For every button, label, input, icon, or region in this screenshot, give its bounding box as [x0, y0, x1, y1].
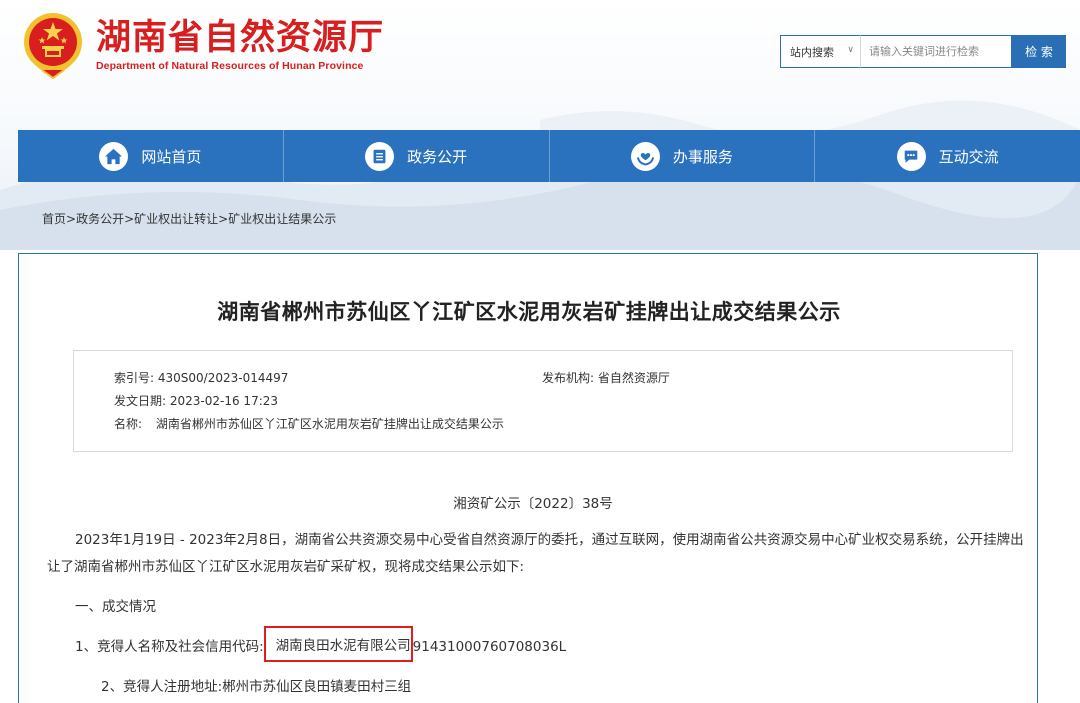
search-input[interactable] [860, 35, 1012, 68]
site-title-cn: 湖南省自然资源厅 [96, 18, 385, 58]
meta-date-value: 2023-02-16 17:23 [169, 394, 279, 408]
meta-date: 发文日期: 2023-02-16 17:23 [114, 392, 278, 409]
chat-bubble-icon [896, 141, 926, 171]
nav-item-interaction[interactable]: 互动交流 [815, 130, 1080, 182]
nav-label: 互动交流 [938, 147, 999, 166]
nav-label: 政务公开 [407, 147, 468, 166]
document-list-icon [365, 141, 395, 171]
breadcrumb-government-affairs[interactable]: 政务公开 [76, 212, 124, 226]
nav-label: 办事服务 [672, 147, 733, 166]
meta-publisher-label: 发布机构: [542, 371, 595, 385]
article-intro-paragraph: 2023年1月19日 - 2023年2月8日，湖南省公共资源交易中心受省自然资源… [47, 532, 1024, 575]
chevron-down-icon: ∨ [847, 45, 854, 55]
highlighted-company-name: 湖南良田水泥有限公司 [263, 626, 413, 662]
bidder-name-label: 1、竞得人名称及社会信用代码: [75, 639, 264, 655]
nav-label: 网站首页 [141, 147, 202, 166]
document-number: 湘资矿公示〔2022〕38号 [453, 496, 613, 512]
search-button[interactable]: 检 索 [1012, 35, 1066, 68]
breadcrumb-separator: > [66, 212, 77, 226]
meta-index-value: 430S00/2023-014497 [157, 371, 289, 385]
bidder-credit-code: 91431000760708036L [412, 639, 567, 655]
breadcrumb: 首页>政务公开>矿业权出让转让>矿业权出让结果公示 [42, 210, 336, 227]
home-icon [99, 141, 129, 171]
bidder-address-value: 郴州市苏仙区良田镇麦田村三组 [222, 679, 412, 695]
meta-index: 索引号: 430S00/2023-014497 [114, 369, 288, 386]
breadcrumb-separator: > [218, 212, 229, 226]
article-panel: 湖南省郴州市苏仙区丫江矿区水泥用灰岩矿挂牌出让成交结果公示 索引号: 430S0… [18, 253, 1038, 703]
national-emblem-icon [24, 13, 82, 80]
meta-name-value: 湖南省郴州市苏仙区丫江矿区水泥用灰岩矿挂牌出让成交结果公示 [155, 417, 504, 431]
breadcrumb-home[interactable]: 首页 [42, 212, 66, 226]
breadcrumb-mining-rights-transfer[interactable]: 矿业权出让转让 [134, 212, 218, 226]
breadcrumb-mining-rights-result[interactable]: 矿业权出让结果公示 [228, 212, 336, 226]
article-meta-box: 索引号: 430S00/2023-014497 发布机构: 省自然资源厅 发文日… [73, 350, 1013, 452]
meta-publisher-value: 省自然资源厅 [597, 371, 670, 385]
bidder-name-line: 1、竞得人名称及社会信用代码: 湖南良田水泥有限公司 914310007607080… [75, 626, 567, 663]
bidder-address-line: 2、竞得人注册地址:郴州市苏仙区良田镇麦田村三组 [101, 675, 411, 695]
nav-item-home[interactable]: 网站首页 [18, 130, 284, 182]
meta-date-label: 发文日期: [114, 394, 167, 408]
nav-item-services[interactable]: 办事服务 [550, 130, 816, 182]
nav-item-government-affairs[interactable]: 政务公开 [284, 130, 550, 182]
hands-heart-icon [630, 141, 660, 171]
main-nav: 网站首页 政务公开 办事服务 互动交流 [18, 130, 1080, 182]
search-scope-label: 站内搜索 [790, 45, 834, 59]
site-logo[interactable]: 湖南省自然资源厅 Department of Natural Resources… [20, 8, 384, 80]
site-search: 站内搜索 ∨ 检 索 [780, 35, 1066, 68]
meta-index-label: 索引号: [114, 371, 155, 385]
meta-name: 名称: 湖南省郴州市苏仙区丫江矿区水泥用灰岩矿挂牌出让成交结果公示 [114, 415, 504, 432]
meta-publisher: 发布机构: 省自然资源厅 [542, 369, 670, 386]
breadcrumb-separator: > [124, 212, 135, 226]
bidder-address-label: 2、竞得人注册地址: [101, 679, 223, 695]
article-title: 湖南省郴州市苏仙区丫江矿区水泥用灰岩矿挂牌出让成交结果公示 [217, 300, 841, 324]
bidder-company-name: 湖南良田水泥有限公司 [275, 638, 411, 654]
meta-name-label: 名称: [114, 417, 143, 431]
section-heading-transaction: 一、成交情况 [75, 599, 156, 615]
search-scope-select[interactable]: 站内搜索 ∨ [780, 35, 860, 68]
site-title-en: Department of Natural Resources of Hunan… [96, 60, 364, 72]
